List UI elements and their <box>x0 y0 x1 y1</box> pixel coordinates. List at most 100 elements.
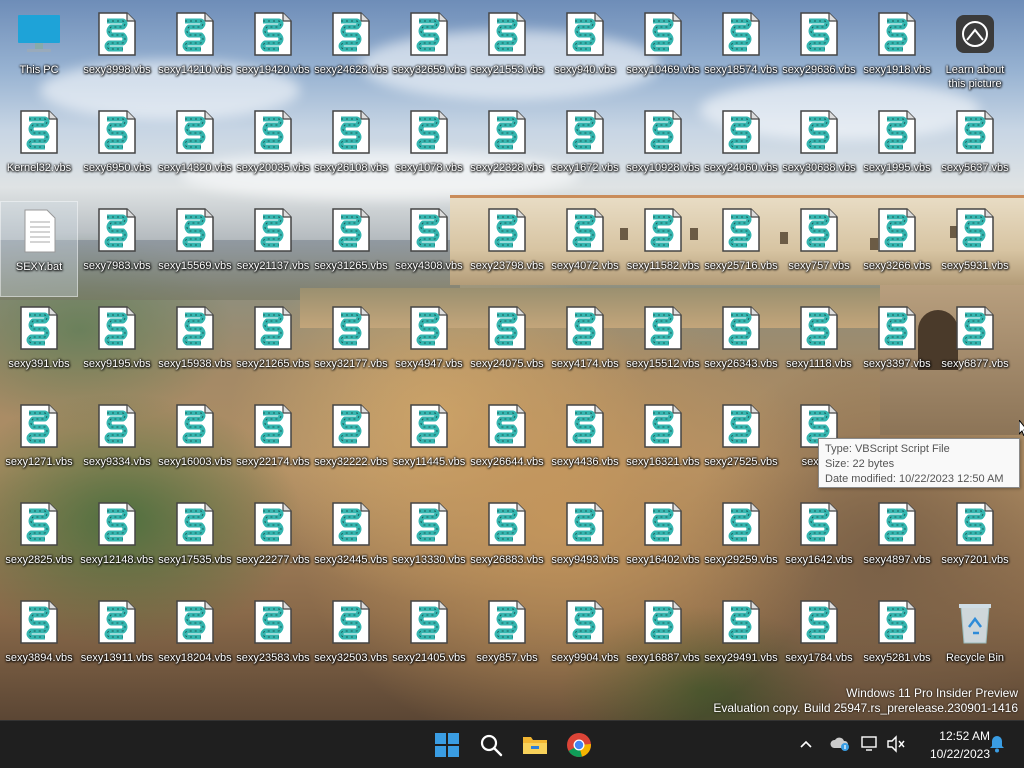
desktop-icon[interactable]: sexy857.vbs <box>468 593 546 689</box>
desktop-icon[interactable]: sexy3998.vbs <box>78 5 156 101</box>
volume-muted-icon[interactable] <box>885 733 907 755</box>
desktop-icon[interactable]: sexy29636.vbs <box>780 5 858 101</box>
desktop-icon[interactable]: sexy7983.vbs <box>78 201 156 297</box>
desktop-icon[interactable]: sexy4308.vbs <box>390 201 468 297</box>
desktop-icon[interactable]: sexy11445.vbs <box>390 397 468 493</box>
desktop-icon[interactable]: Learn about this picture <box>936 5 1014 101</box>
desktop-icon[interactable]: sexy32177.vbs <box>312 299 390 395</box>
desktop-icon[interactable]: sexy7201.vbs <box>936 495 1014 591</box>
file-explorer-button[interactable] <box>517 727 553 763</box>
search-button[interactable] <box>473 727 509 763</box>
desktop-icon[interactable]: sexy19420.vbs <box>234 5 312 101</box>
desktop-icon[interactable]: sexy1918.vbs <box>858 5 936 101</box>
desktop-icon[interactable]: sexy15512.vbs <box>624 299 702 395</box>
desktop-icon[interactable]: sexy3266.vbs <box>858 201 936 297</box>
desktop-icon[interactable]: sexy16003.vbs <box>156 397 234 493</box>
show-hidden-icons-chevron-icon[interactable] <box>795 733 817 755</box>
vbs-script-file-icon <box>20 306 58 350</box>
desktop-icon[interactable]: sexy1078.vbs <box>390 103 468 199</box>
desktop-icon[interactable]: sexy11582.vbs <box>624 201 702 297</box>
system-clock[interactable]: 12:52 AM 10/22/2023 <box>914 727 990 763</box>
desktop-icon[interactable]: sexy14210.vbs <box>156 5 234 101</box>
desktop-icon[interactable]: sexy16887.vbs <box>624 593 702 689</box>
desktop-icon[interactable]: sexy1784.vbs <box>780 593 858 689</box>
desktop-icon[interactable]: sexy26644.vbs <box>468 397 546 493</box>
desktop-icon[interactable]: sexy21137.vbs <box>234 201 312 297</box>
desktop-icon[interactable]: sexy13330.vbs <box>390 495 468 591</box>
desktop-icon[interactable]: sexy22277.vbs <box>234 495 312 591</box>
desktop-icon[interactable]: sexy4897.vbs <box>858 495 936 591</box>
desktop-icon[interactable]: sexy10469.vbs <box>624 5 702 101</box>
desktop-icon[interactable]: sexy3894.vbs <box>0 593 78 689</box>
desktop-icon[interactable]: sexy1672.vbs <box>546 103 624 199</box>
desktop-icon[interactable]: sexy27525.vbs <box>702 397 780 493</box>
desktop-icon[interactable]: sexy2825.vbs <box>0 495 78 591</box>
desktop-icon[interactable]: Kernel32.vbs <box>0 103 78 199</box>
desktop-icon[interactable]: sexy24075.vbs <box>468 299 546 395</box>
desktop-icon[interactable]: sexy20035.vbs <box>234 103 312 199</box>
desktop-icon[interactable]: sexy22174.vbs <box>234 397 312 493</box>
desktop-icon[interactable]: sexy15569.vbs <box>156 201 234 297</box>
desktop-icon[interactable]: sexy21265.vbs <box>234 299 312 395</box>
desktop-icon[interactable]: sexy24628.vbs <box>312 5 390 101</box>
desktop-icon[interactable]: sexy30638.vbs <box>780 103 858 199</box>
desktop-icon[interactable]: sexy9334.vbs <box>78 397 156 493</box>
search-icon <box>480 734 503 757</box>
desktop-icon[interactable]: sexy4947.vbs <box>390 299 468 395</box>
desktop-icon[interactable]: sexy15938.vbs <box>156 299 234 395</box>
cloud-onedrive-icon[interactable] <box>829 733 851 755</box>
desktop-icon[interactable]: sexy9493.vbs <box>546 495 624 591</box>
desktop-icon[interactable]: sexy17535.vbs <box>156 495 234 591</box>
desktop-icon[interactable]: sexy32503.vbs <box>312 593 390 689</box>
desktop-icon[interactable]: sexy3397.vbs <box>858 299 936 395</box>
desktop-icon[interactable]: sexy32222.vbs <box>312 397 390 493</box>
desktop-icon[interactable]: sexy32659.vbs <box>390 5 468 101</box>
desktop-icon[interactable]: sexy9195.vbs <box>78 299 156 395</box>
desktop-icon[interactable]: sexy26108.vbs <box>312 103 390 199</box>
desktop-icon[interactable]: sexy4436.vbs <box>546 397 624 493</box>
desktop-icon[interactable]: sexy16321.vbs <box>624 397 702 493</box>
desktop-icon[interactable]: sexy12148.vbs <box>78 495 156 591</box>
desktop-icon[interactable]: sexy32445.vbs <box>312 495 390 591</box>
desktop-icon[interactable]: This PC <box>0 5 78 101</box>
desktop-icon[interactable]: sexy4174.vbs <box>546 299 624 395</box>
desktop-icon[interactable]: sexy5281.vbs <box>858 593 936 689</box>
desktop-icon[interactable]: sexy24060.vbs <box>702 103 780 199</box>
desktop-icon[interactable]: sexy29259.vbs <box>702 495 780 591</box>
desktop-icon[interactable]: sexy23798.vbs <box>468 201 546 297</box>
desktop-icon[interactable]: sexy26343.vbs <box>702 299 780 395</box>
desktop-icon[interactable]: sexy10928.vbs <box>624 103 702 199</box>
desktop-icon[interactable]: sexy18574.vbs <box>702 5 780 101</box>
desktop-icon[interactable]: sexy14320.vbs <box>156 103 234 199</box>
desktop-icon[interactable]: sexy6950.vbs <box>78 103 156 199</box>
desktop-icon[interactable]: sexy18204.vbs <box>156 593 234 689</box>
desktop-icon[interactable]: Recycle Bin <box>936 593 1014 689</box>
desktop-icon[interactable]: sexy1642.vbs <box>780 495 858 591</box>
desktop-icon[interactable]: sexy940.vbs <box>546 5 624 101</box>
network-display-icon[interactable] <box>859 733 881 755</box>
desktop-icon[interactable]: sexy31265.vbs <box>312 201 390 297</box>
desktop-icon[interactable]: sexy6877.vbs <box>936 299 1014 395</box>
desktop-icon[interactable]: sexy21405.vbs <box>390 593 468 689</box>
desktop-icon[interactable]: sexy391.vbs <box>0 299 78 395</box>
chrome-button[interactable] <box>561 727 597 763</box>
desktop-icon[interactable]: sexy29491.vbs <box>702 593 780 689</box>
desktop-icon[interactable]: sexy1118.vbs <box>780 299 858 395</box>
desktop-icon[interactable]: sexy22328.vbs <box>468 103 546 199</box>
notification-bell-icon[interactable] <box>986 733 1008 755</box>
desktop-icon[interactable]: sexy1995.vbs <box>858 103 936 199</box>
desktop-icon[interactable]: sexy16402.vbs <box>624 495 702 591</box>
desktop-icon[interactable]: sexy1271.vbs <box>0 397 78 493</box>
desktop-icon[interactable]: sexy21553.vbs <box>468 5 546 101</box>
desktop-icon[interactable]: sexy25716.vbs <box>702 201 780 297</box>
desktop-icon[interactable]: sexy5931.vbs <box>936 201 1014 297</box>
desktop-icon[interactable]: sexy757.vbs <box>780 201 858 297</box>
desktop-icon[interactable]: sexy26883.vbs <box>468 495 546 591</box>
desktop-icon[interactable]: sexy23583.vbs <box>234 593 312 689</box>
desktop-icon[interactable]: sexy5637.vbs <box>936 103 1014 199</box>
start-button[interactable] <box>429 727 465 763</box>
desktop-icon[interactable]: sexy4072.vbs <box>546 201 624 297</box>
desktop-icon[interactable]: SEXY.bat <box>0 201 78 297</box>
desktop-icon[interactable]: sexy13911.vbs <box>78 593 156 689</box>
desktop-icon[interactable]: sexy9904.vbs <box>546 593 624 689</box>
